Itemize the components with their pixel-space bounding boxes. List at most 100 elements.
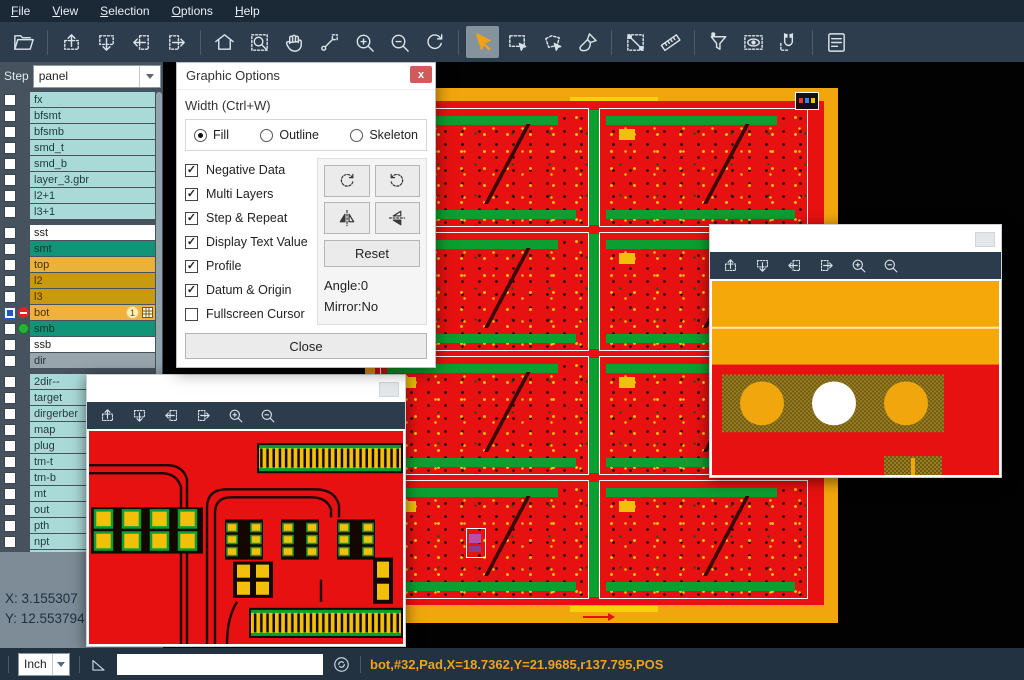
zoom-out-button[interactable]: [259, 407, 276, 424]
layer-visibility-checkbox[interactable]: [4, 142, 16, 154]
layer-visibility-checkbox[interactable]: [4, 440, 16, 452]
filter-button[interactable]: [702, 26, 735, 58]
close-button[interactable]: Close: [185, 333, 427, 359]
move-down-button[interactable]: [754, 257, 771, 274]
checkbox-icon[interactable]: ✓: [185, 164, 198, 177]
window-button[interactable]: [975, 232, 995, 247]
green-dot-icon[interactable]: [18, 323, 29, 334]
checkbox-icon[interactable]: ✓: [185, 284, 198, 297]
dialog-titlebar[interactable]: Graphic Options x: [177, 63, 435, 90]
zoom-out-button[interactable]: [383, 26, 416, 58]
move-down-button[interactable]: [131, 407, 148, 424]
window-button[interactable]: [379, 382, 399, 397]
measure-distance-button[interactable]: [619, 26, 652, 58]
view-options-button[interactable]: [737, 26, 770, 58]
radio-dot-icon[interactable]: [260, 129, 273, 142]
layer-visibility-checkbox[interactable]: [4, 291, 16, 303]
zoom-out-button[interactable]: [882, 257, 899, 274]
pan-hand-button[interactable]: [278, 26, 311, 58]
menu-item-help[interactable]: Help: [224, 0, 271, 22]
mirror-horizontal-button[interactable]: [324, 202, 370, 234]
radio-skeleton[interactable]: Skeleton: [350, 128, 418, 142]
layer-name-cell[interactable]: bfsmt: [30, 108, 155, 123]
zoom-in-button[interactable]: [348, 26, 381, 58]
move-left-button[interactable]: [786, 257, 803, 274]
layer-row-bfsmb[interactable]: bfsmb: [0, 124, 163, 139]
layer-row-smb[interactable]: smb: [0, 321, 163, 336]
layer-name-cell[interactable]: l3: [30, 289, 155, 304]
checkbox-icon[interactable]: ✓: [185, 212, 198, 225]
layer-visibility-checkbox[interactable]: [4, 227, 16, 239]
layer-visibility-checkbox[interactable]: [4, 206, 16, 218]
zoom-previous-button[interactable]: [418, 26, 451, 58]
move-up-button[interactable]: [722, 257, 739, 274]
layer-row-bot[interactable]: bot1: [0, 305, 163, 320]
step-select[interactable]: panel: [33, 65, 161, 88]
layer-visibility-checkbox[interactable]: [4, 504, 16, 516]
grid-table-icon[interactable]: [142, 307, 153, 318]
red-dot-icon[interactable]: [18, 307, 29, 318]
rotate-cw-button[interactable]: [324, 165, 370, 197]
zoom-window-titlebar[interactable]: [710, 225, 1001, 252]
layer-visibility-checkbox[interactable]: [4, 472, 16, 484]
layer-row-smd_t[interactable]: smd_t: [0, 140, 163, 155]
layer-row-dir[interactable]: dir: [0, 353, 163, 368]
reset-button[interactable]: Reset: [324, 240, 420, 267]
layer-visibility-checkbox[interactable]: [4, 520, 16, 532]
layer-name-cell[interactable]: smb: [30, 321, 155, 336]
rotate-ccw-button[interactable]: [375, 165, 421, 197]
layer-row-smd_b[interactable]: smd_b: [0, 156, 163, 171]
layer-name-cell[interactable]: smd_t: [30, 140, 155, 155]
menu-item-selection[interactable]: Selection: [89, 0, 160, 22]
move-down-button[interactable]: [90, 26, 123, 58]
clear-brush-button[interactable]: [571, 26, 604, 58]
zoom-preview-fiducial[interactable]: [712, 281, 999, 475]
move-right-button[interactable]: [160, 26, 193, 58]
layer-visibility-checkbox[interactable]: [4, 243, 16, 255]
checkbox-icon[interactable]: [185, 308, 198, 321]
layer-row-l2[interactable]: l2: [0, 273, 163, 288]
chevron-down-icon[interactable]: [52, 654, 69, 675]
zoom-window-titlebar[interactable]: [87, 375, 405, 402]
home-view-button[interactable]: [208, 26, 241, 58]
layer-name-cell[interactable]: top: [30, 257, 155, 272]
layer-visibility-checkbox[interactable]: [4, 174, 16, 186]
checkbox-negative-data[interactable]: ✓Negative Data: [185, 158, 311, 182]
move-right-button[interactable]: [818, 257, 835, 274]
menu-item-options[interactable]: Options: [161, 0, 224, 22]
zoom-window-button[interactable]: [243, 26, 276, 58]
report-panel-button[interactable]: [820, 26, 853, 58]
move-up-button[interactable]: [99, 407, 116, 424]
zoom-in-button[interactable]: [850, 257, 867, 274]
layer-row-l3+1[interactable]: l3+1: [0, 204, 163, 219]
layer-name-cell[interactable]: dir: [30, 353, 155, 368]
layer-name-cell[interactable]: l2: [30, 273, 155, 288]
layer-name-cell[interactable]: l2+1: [30, 188, 155, 203]
layer-name-cell[interactable]: smd_b: [30, 156, 155, 171]
layer-name-cell[interactable]: layer_3.gbr: [30, 172, 155, 187]
checkbox-fullscreen-cursor[interactable]: Fullscreen Cursor: [185, 302, 311, 326]
radio-fill[interactable]: Fill: [194, 128, 229, 142]
layer-row-bfsmt[interactable]: bfsmt: [0, 108, 163, 123]
layer-row-smt[interactable]: smt: [0, 241, 163, 256]
mirror-vertical-button[interactable]: [375, 202, 421, 234]
checkbox-step-repeat[interactable]: ✓Step & Repeat: [185, 206, 311, 230]
layer-row-l3[interactable]: l3: [0, 289, 163, 304]
command-input[interactable]: [117, 654, 323, 675]
layer-name-cell[interactable]: smt: [30, 241, 155, 256]
layer-visibility-checkbox[interactable]: [4, 488, 16, 500]
layer-visibility-checkbox[interactable]: [4, 456, 16, 468]
selection-marker-fiducial[interactable]: [795, 92, 819, 110]
layer-visibility-checkbox[interactable]: [4, 275, 16, 287]
layer-visibility-checkbox[interactable]: [4, 408, 16, 420]
radio-outline[interactable]: Outline: [260, 128, 319, 142]
corner-origin-icon[interactable]: [89, 655, 108, 674]
layer-visibility-checkbox[interactable]: [4, 190, 16, 202]
refresh-icon[interactable]: [332, 655, 351, 674]
query-path-button[interactable]: [313, 26, 346, 58]
close-icon[interactable]: x: [410, 66, 432, 83]
layer-name-cell[interactable]: sst: [30, 225, 155, 240]
layer-visibility-checkbox[interactable]: [4, 158, 16, 170]
menu-item-view[interactable]: View: [41, 0, 89, 22]
layer-visibility-checkbox[interactable]: [4, 323, 16, 335]
